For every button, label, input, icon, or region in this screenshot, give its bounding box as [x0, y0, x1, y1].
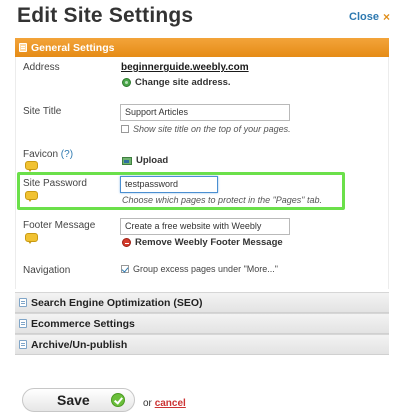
general-settings-header[interactable]: General Settings [15, 38, 389, 57]
footer-message-label: Footer Message [23, 220, 96, 231]
section-toggle-icon [19, 340, 27, 349]
site-address-link[interactable]: beginnerguide.weebly.com [121, 62, 249, 73]
section-title: Archive/Un-publish [31, 338, 128, 351]
checkmark-icon [111, 393, 125, 407]
site-title-input[interactable]: Support Articles [120, 104, 290, 121]
section-toggle-icon [19, 298, 27, 307]
favicon-help-icon[interactable] [25, 161, 38, 172]
close-label[interactable]: Close [349, 11, 379, 23]
favicon-upload-button[interactable]: Upload [122, 155, 168, 166]
group-pages-checkbox[interactable] [121, 265, 129, 273]
section-toggle-icon [19, 319, 27, 328]
group-pages-label: Group excess pages under "More..." [133, 264, 278, 274]
or-cancel: or cancel [143, 398, 186, 409]
show-site-title-option[interactable]: Show site title on the top of your pages… [121, 124, 291, 134]
favicon-label: Favicon (?) [23, 149, 73, 160]
show-site-title-label: Show site title on the top of your pages… [133, 124, 291, 134]
group-pages-option[interactable]: Group excess pages under "More..." [121, 264, 278, 274]
remove-icon [122, 238, 131, 247]
favicon-label-text: Favicon [23, 149, 59, 160]
save-button[interactable]: Save [22, 388, 135, 412]
address-label: Address [23, 62, 60, 73]
remove-footer-action[interactable]: Remove Weebly Footer Message [122, 237, 283, 248]
globe-icon [122, 78, 131, 87]
change-address-action[interactable]: Change site address. [122, 77, 231, 88]
save-label[interactable]: Save [57, 392, 90, 408]
section-title: Search Engine Optimization (SEO) [31, 296, 203, 309]
site-password-help-icon[interactable] [25, 191, 38, 202]
site-password-label: Site Password [23, 178, 87, 189]
section-title: General Settings [31, 41, 115, 54]
upload-label[interactable]: Upload [136, 155, 168, 166]
seo-section-header[interactable]: Search Engine Optimization (SEO) [15, 292, 389, 313]
section-title: Ecommerce Settings [31, 317, 135, 330]
footer-message-input[interactable]: Create a free website with Weebly [120, 218, 290, 235]
section-toggle-icon [19, 43, 27, 52]
favicon-help-link[interactable]: (?) [61, 149, 73, 160]
upload-icon [122, 156, 132, 165]
site-password-hint: Choose which pages to protect in the "Pa… [122, 195, 323, 205]
page-title: Edit Site Settings [17, 4, 194, 27]
close-button[interactable]: Close × [349, 11, 390, 23]
close-icon[interactable]: × [383, 11, 390, 23]
show-site-title-checkbox[interactable] [121, 125, 129, 133]
navigation-label: Navigation [23, 265, 71, 276]
or-text: or [143, 398, 152, 409]
change-address-label[interactable]: Change site address. [135, 77, 231, 88]
footer-message-help-icon[interactable] [25, 233, 38, 244]
site-password-input[interactable]: testpassword [120, 176, 218, 193]
remove-footer-label[interactable]: Remove Weebly Footer Message [135, 237, 283, 248]
dialog-header: Edit Site Settings Close × [0, 0, 398, 36]
edit-site-settings-dialog: Edit Site Settings Close × General Setti… [0, 0, 398, 415]
cancel-link[interactable]: cancel [155, 398, 186, 409]
ecommerce-section-header[interactable]: Ecommerce Settings [15, 313, 389, 334]
archive-section-header[interactable]: Archive/Un-publish [15, 334, 389, 355]
site-title-label: Site Title [23, 106, 62, 117]
